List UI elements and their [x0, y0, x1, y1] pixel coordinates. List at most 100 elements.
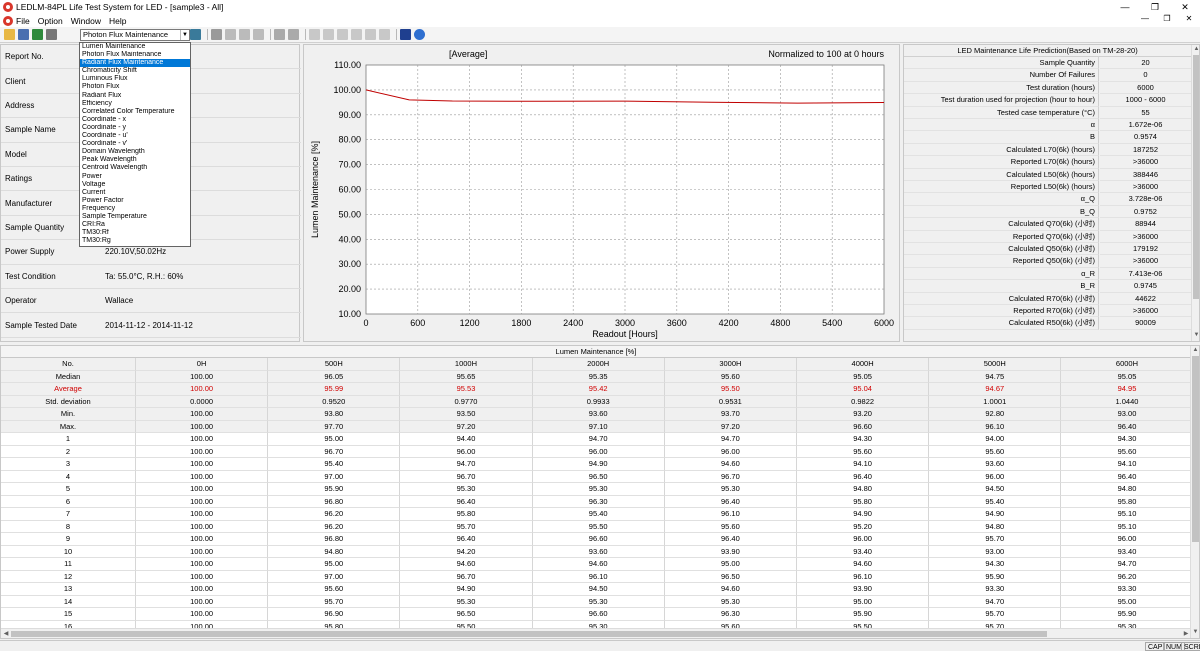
dropdown-option[interactable]: Power Factor: [80, 197, 190, 205]
help-icon[interactable]: [414, 29, 425, 40]
dropdown-option[interactable]: Radiant Flux: [80, 92, 190, 100]
dropdown-option[interactable]: CRI:Ra: [80, 221, 190, 229]
first-icon[interactable]: [309, 29, 320, 40]
table-cell: 95.05: [1061, 370, 1194, 383]
mdi-restore-button[interactable]: ❐: [1156, 14, 1178, 23]
dropdown-option[interactable]: Coordinate - x: [80, 116, 190, 124]
table-cell: 96.10: [797, 570, 930, 583]
save-icon[interactable]: [18, 29, 29, 40]
scroll-thumb[interactable]: [11, 631, 1047, 637]
table-cell: 1.0001: [929, 395, 1062, 408]
export-icon[interactable]: [190, 29, 201, 40]
prev-icon[interactable]: [337, 29, 348, 40]
chevron-down-icon[interactable]: ▼: [180, 30, 189, 40]
dropdown-option[interactable]: Peak Wavelength: [80, 156, 190, 164]
scroll-down-icon[interactable]: ▼: [1192, 331, 1199, 340]
info-label: Manufacturer: [5, 198, 53, 208]
scroll-down-icon[interactable]: ▼: [1191, 628, 1199, 637]
dropdown-option[interactable]: Domain Wavelength: [80, 148, 190, 156]
dropdown-option[interactable]: Photon Flux Maintenance: [80, 51, 190, 59]
prediction-row: Tested case temperature (°C) 55: [904, 106, 1191, 119]
dropdown-option[interactable]: Voltage: [80, 181, 190, 189]
table-hscrollbar[interactable]: ◀ ▶: [1, 628, 1191, 638]
dropdown-option[interactable]: Current: [80, 189, 190, 197]
x-tick-label: 6000: [874, 318, 894, 328]
table-cell: 93.90: [664, 545, 797, 558]
table-cell: 6: [1, 495, 136, 508]
table-cell: 93.80: [268, 408, 401, 421]
cursor-tool-icon[interactable]: [253, 29, 264, 40]
measurement-type-select[interactable]: Photon Flux Maintenance ▼: [80, 29, 190, 41]
prediction-label: Reported L50(6k) (hours): [904, 181, 1099, 194]
measurement-type-dropdown: Lumen Maintenance Photon Flux Maintenance…: [79, 42, 191, 247]
scroll-up-icon[interactable]: ▲: [1192, 45, 1199, 54]
dropdown-option[interactable]: TM30:Rf: [80, 229, 190, 237]
next-icon[interactable]: [351, 29, 362, 40]
table-cell: 100.00: [136, 608, 269, 621]
dropdown-option[interactable]: Coordinate - y: [80, 124, 190, 132]
table-cell: 94.40: [400, 433, 533, 446]
menu-option[interactable]: Option: [38, 16, 63, 26]
measurement-type-value: Photon Flux Maintenance: [83, 30, 169, 39]
menu-file[interactable]: File: [16, 16, 30, 26]
scroll-up-icon[interactable]: ▲: [1191, 346, 1199, 355]
table-cell: 100.00: [136, 508, 269, 521]
close-button[interactable]: ✕: [1170, 0, 1200, 14]
menu-window[interactable]: Window: [71, 16, 101, 26]
dropdown-option[interactable]: Photon Flux: [80, 83, 190, 91]
grid-icon[interactable]: [211, 29, 222, 40]
table-cell: 1: [1, 433, 136, 446]
menu-help[interactable]: Help: [109, 16, 126, 26]
rect-tool-icon[interactable]: [239, 29, 250, 40]
x-tick-label: 4200: [719, 318, 739, 328]
mdi-close-button[interactable]: ✕: [1178, 14, 1200, 23]
print-icon[interactable]: [46, 29, 57, 40]
table-cell: 94.70: [664, 433, 797, 446]
dropdown-option[interactable]: Efficiency: [80, 100, 190, 108]
dropdown-option[interactable]: Power: [80, 173, 190, 181]
next-page-icon[interactable]: [365, 29, 376, 40]
minimize-button[interactable]: —: [1110, 0, 1140, 14]
dropdown-option[interactable]: Luminous Flux: [80, 75, 190, 83]
table-cell: 93.70: [664, 408, 797, 421]
prediction-value: 44622: [1100, 293, 1191, 305]
last-icon[interactable]: [379, 29, 390, 40]
dropdown-option[interactable]: Chromaticity Shift: [80, 67, 190, 75]
dropdown-option[interactable]: Sample Temperature: [80, 213, 190, 221]
about-icon[interactable]: [400, 29, 411, 40]
dropdown-option[interactable]: Radiant Flux Maintenance: [80, 59, 190, 68]
prediction-row: B_R 0.9745: [904, 280, 1191, 293]
table-cell: 95.42: [532, 383, 665, 396]
table-cell: 95.35: [532, 370, 665, 383]
info-value: 2014-11-12 - 2014-11-12: [105, 320, 193, 330]
dropdown-option[interactable]: Coordinate - u': [80, 132, 190, 140]
export-excel-icon[interactable]: [32, 29, 43, 40]
table-cell: 95.00: [268, 433, 401, 446]
dropdown-option[interactable]: TM30:Rg: [80, 237, 190, 245]
table-cell: 94.80: [929, 520, 1062, 533]
dropdown-option[interactable]: Frequency: [80, 205, 190, 213]
mdi-doc-icon[interactable]: [3, 15, 13, 26]
dropdown-option[interactable]: Centroid Wavelength: [80, 164, 190, 172]
dropdown-option[interactable]: Correlated Color Temperature: [80, 108, 190, 116]
dropdown-option[interactable]: Lumen Maintenance: [80, 43, 190, 51]
open-icon[interactable]: [4, 29, 15, 40]
scroll-left-icon[interactable]: ◀: [1, 629, 11, 638]
zoom-in-icon[interactable]: [274, 29, 285, 40]
restore-button[interactable]: ❐: [1140, 0, 1170, 14]
table-cell: 2: [1, 445, 136, 458]
mdi-minimize-button[interactable]: —: [1134, 14, 1156, 23]
scroll-thumb[interactable]: [1192, 356, 1199, 542]
prev-page-icon[interactable]: [323, 29, 334, 40]
x-tick-label: 3000: [615, 318, 635, 328]
zoom-out-icon[interactable]: [288, 29, 299, 40]
dropdown-option[interactable]: Coordinate - v': [80, 140, 190, 148]
scroll-thumb[interactable]: [1193, 55, 1199, 299]
prediction-scrollbar[interactable]: ▲ ▼: [1191, 45, 1199, 341]
table-vscrollbar[interactable]: ▲ ▼: [1190, 346, 1199, 638]
table-cell: 93.60: [532, 408, 665, 421]
line-tool-icon[interactable]: [225, 29, 236, 40]
table-cell: 96.50: [664, 570, 797, 583]
table-cell: 94.80: [268, 545, 401, 558]
prediction-label: Calculated L70(6k) (hours): [904, 143, 1099, 157]
